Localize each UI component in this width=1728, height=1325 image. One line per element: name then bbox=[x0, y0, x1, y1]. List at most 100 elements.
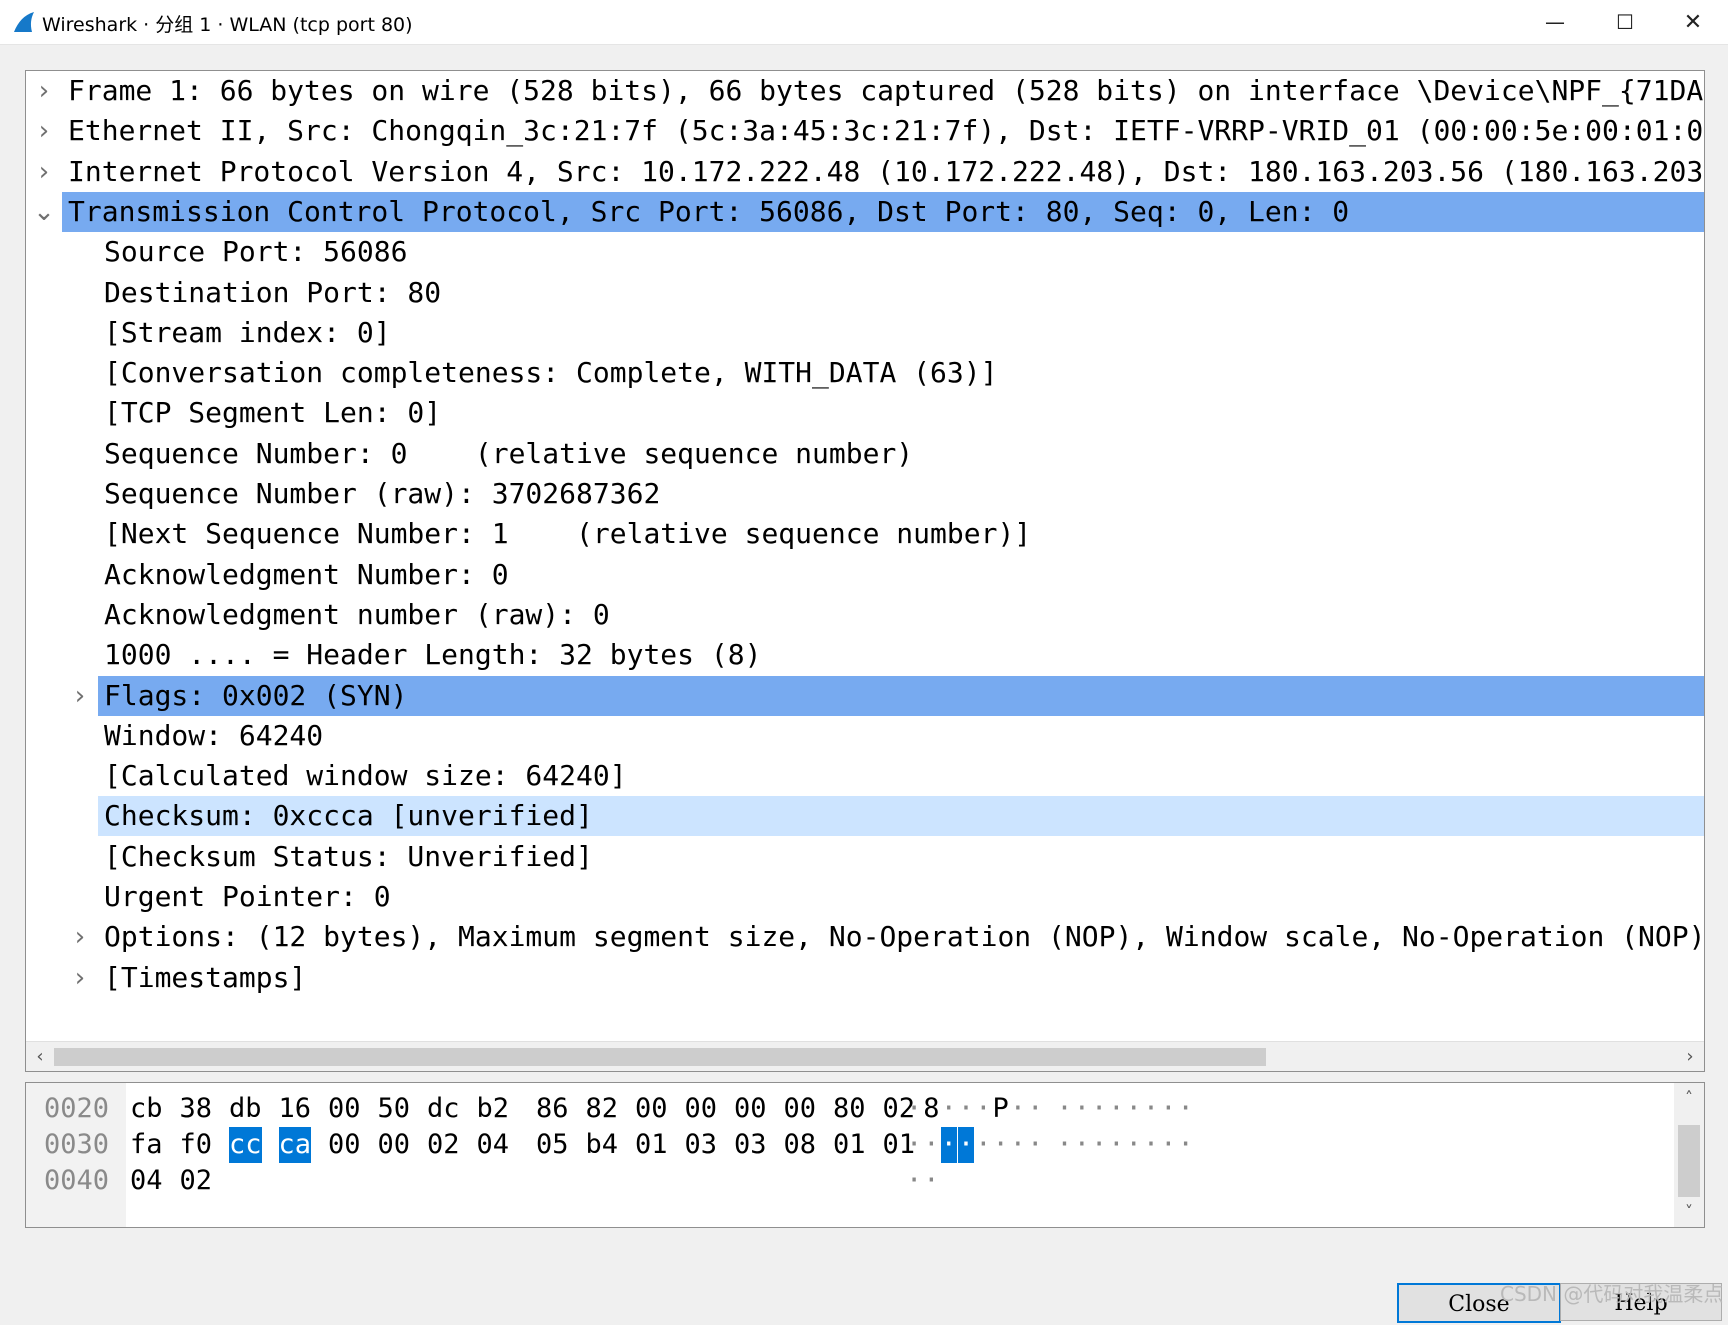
hex-byte[interactable]: 01 bbox=[833, 1127, 866, 1163]
tree-row[interactable]: Acknowledgment Number: 0 bbox=[26, 555, 1704, 595]
ascii-char[interactable]: · bbox=[1143, 1091, 1159, 1127]
expand-chevron-icon[interactable]: › bbox=[32, 152, 56, 192]
ascii-char[interactable]: · bbox=[1091, 1091, 1107, 1127]
hex-byte[interactable]: 04 bbox=[130, 1163, 163, 1199]
ascii-char[interactable]: · bbox=[1143, 1127, 1159, 1163]
hex-byte[interactable]: 00 bbox=[378, 1127, 411, 1163]
tree-row[interactable]: Source Port: 56086 bbox=[26, 232, 1704, 272]
expand-chevron-icon[interactable]: › bbox=[68, 958, 92, 998]
hex-byte[interactable]: 03 bbox=[685, 1127, 718, 1163]
tree-row[interactable]: › Frame 1: 66 bytes on wire (528 bits), 6… bbox=[26, 71, 1704, 111]
tree-row[interactable]: [Conversation completeness: Complete, WI… bbox=[26, 353, 1704, 393]
ascii-char[interactable]: · bbox=[1074, 1091, 1090, 1127]
ascii-char[interactable]: · bbox=[1178, 1091, 1194, 1127]
ascii-char[interactable]: · bbox=[1126, 1127, 1142, 1163]
tree-row[interactable]: Urgent Pointer: 0 bbox=[26, 877, 1704, 917]
ascii-char[interactable]: · bbox=[941, 1091, 957, 1127]
hex-byte[interactable]: 00 bbox=[784, 1091, 817, 1127]
ascii-char[interactable]: · bbox=[906, 1163, 922, 1199]
hex-byte[interactable]: ca bbox=[278, 1127, 312, 1163]
tree-row[interactable]: [Next Sequence Number: 1 (relative seque… bbox=[26, 514, 1704, 554]
packet-details-tree[interactable]: › Frame 1: 66 bytes on wire (528 bits), 6… bbox=[25, 70, 1705, 1072]
hex-byte[interactable]: 00 bbox=[635, 1091, 668, 1127]
vertical-scroll-thumb[interactable] bbox=[1678, 1125, 1700, 1197]
ascii-char[interactable]: · bbox=[940, 1127, 957, 1163]
hex-byte[interactable]: 00 bbox=[685, 1091, 718, 1127]
ascii-char[interactable]: · bbox=[975, 1091, 991, 1127]
expand-chevron-icon[interactable]: › bbox=[32, 111, 56, 151]
ascii-char[interactable]: · bbox=[1178, 1127, 1194, 1163]
hex-byte[interactable]: fa bbox=[130, 1127, 163, 1163]
ascii-char[interactable]: · bbox=[1010, 1091, 1026, 1127]
ascii-char[interactable]: · bbox=[1027, 1091, 1043, 1127]
ascii-char[interactable]: · bbox=[957, 1127, 974, 1163]
tree-row[interactable]: › Flags: 0x002 (SYN) bbox=[26, 675, 1704, 716]
ascii-char[interactable]: · bbox=[993, 1127, 1009, 1163]
hex-byte[interactable]: cb bbox=[130, 1091, 163, 1127]
hex-byte[interactable]: 00 bbox=[328, 1091, 361, 1127]
ascii-char[interactable]: · bbox=[923, 1127, 939, 1163]
tree-row[interactable]: [Calculated window size: 64240] bbox=[26, 756, 1704, 796]
hex-byte[interactable]: 80 bbox=[833, 1091, 866, 1127]
tree-row[interactable]: [Stream index: 0] bbox=[26, 313, 1704, 353]
scroll-right-arrow-icon[interactable]: › bbox=[1678, 1042, 1702, 1071]
hex-byte[interactable]: db bbox=[229, 1091, 262, 1127]
tree-row[interactable]: Sequence Number (raw): 3702687362 bbox=[26, 474, 1704, 514]
collapse-chevron-icon[interactable]: ⌄ bbox=[32, 192, 56, 232]
ascii-char[interactable]: · bbox=[958, 1091, 974, 1127]
ascii-char[interactable]: · bbox=[1056, 1127, 1072, 1163]
hex-byte[interactable]: 03 bbox=[734, 1127, 767, 1163]
ascii-char[interactable]: · bbox=[1108, 1127, 1124, 1163]
hex-byte[interactable]: 02 bbox=[180, 1163, 213, 1199]
ascii-char[interactable]: · bbox=[1160, 1127, 1176, 1163]
tree-row[interactable]: Checksum: 0xccca [unverified] bbox=[26, 796, 1704, 837]
vertical-scrollbar[interactable]: ˄ ˅ bbox=[1674, 1083, 1704, 1227]
hex-byte[interactable]: 02 bbox=[427, 1127, 460, 1163]
hex-byte[interactable]: 86 bbox=[536, 1091, 569, 1127]
ascii-char[interactable]: · bbox=[1091, 1127, 1107, 1163]
packet-bytes-pane[interactable]: 0020 cb 38 db 16 00 50 dc b2 86 82 00 00 00 00 80 02 · 8 · ·… bbox=[25, 1082, 1705, 1228]
tree-row[interactable]: [Checksum Status: Unverified] bbox=[26, 837, 1704, 877]
ascii-char[interactable]: · bbox=[1010, 1127, 1026, 1163]
ascii-char[interactable]: · bbox=[906, 1127, 922, 1163]
tree-row[interactable]: Sequence Number: 0 (relative sequence nu… bbox=[26, 434, 1704, 474]
minimize-button[interactable]: — bbox=[1520, 0, 1590, 44]
hex-byte[interactable]: dc bbox=[427, 1091, 460, 1127]
expand-chevron-icon[interactable]: › bbox=[68, 676, 92, 716]
hex-byte[interactable]: cc bbox=[229, 1127, 262, 1163]
tree-row[interactable]: Window: 64240 bbox=[26, 716, 1704, 756]
ascii-char[interactable]: 8 bbox=[923, 1091, 939, 1127]
tree-row[interactable]: › [Timestamps] bbox=[26, 958, 1704, 998]
ascii-char[interactable]: · bbox=[975, 1127, 991, 1163]
hex-byte[interactable]: 08 bbox=[784, 1127, 817, 1163]
ascii-char[interactable]: P bbox=[993, 1091, 1009, 1127]
ascii-char[interactable]: · bbox=[1160, 1091, 1176, 1127]
hex-byte[interactable]: b2 bbox=[477, 1091, 510, 1127]
hex-byte[interactable]: 50 bbox=[378, 1091, 411, 1127]
hex-byte[interactable]: 16 bbox=[279, 1091, 312, 1127]
hex-byte[interactable]: b4 bbox=[586, 1127, 619, 1163]
tree-row[interactable]: 1000 .... = Header Length: 32 bytes (8) bbox=[26, 635, 1704, 675]
ascii-char[interactable]: · bbox=[1027, 1127, 1043, 1163]
tree-row[interactable]: › Internet Protocol Version 4, Src: 10.17… bbox=[26, 152, 1704, 192]
hex-byte[interactable]: 82 bbox=[586, 1091, 619, 1127]
expand-chevron-icon[interactable]: › bbox=[32, 71, 56, 111]
tree-row[interactable]: › Ethernet II, Src: Chongqin_3c:21:7f (5c… bbox=[26, 111, 1704, 151]
hex-byte[interactable]: 04 bbox=[477, 1127, 510, 1163]
scroll-up-arrow-icon[interactable]: ˄ bbox=[1674, 1085, 1704, 1111]
ascii-char[interactable]: · bbox=[1126, 1091, 1142, 1127]
close-window-button[interactable]: ✕ bbox=[1658, 0, 1728, 44]
tree-row[interactable]: › Options: (12 bytes), Maximum segment si… bbox=[26, 917, 1704, 957]
maximize-button[interactable]: ☐ bbox=[1590, 0, 1660, 44]
tree-row[interactable]: Destination Port: 80 bbox=[26, 273, 1704, 313]
horizontal-scroll-thumb[interactable] bbox=[54, 1048, 1266, 1066]
hex-byte[interactable]: 00 bbox=[328, 1127, 361, 1163]
ascii-char[interactable]: · bbox=[1056, 1091, 1072, 1127]
tree-row[interactable]: ⌄ Transmission Control Protocol, Src Port… bbox=[26, 191, 1704, 232]
hex-byte[interactable]: 05 bbox=[536, 1127, 569, 1163]
ascii-char[interactable]: · bbox=[923, 1163, 939, 1199]
expand-chevron-icon[interactable]: › bbox=[68, 917, 92, 957]
hex-byte[interactable]: 38 bbox=[180, 1091, 213, 1127]
ascii-char[interactable]: · bbox=[1074, 1127, 1090, 1163]
scroll-down-arrow-icon[interactable]: ˅ bbox=[1674, 1199, 1704, 1225]
